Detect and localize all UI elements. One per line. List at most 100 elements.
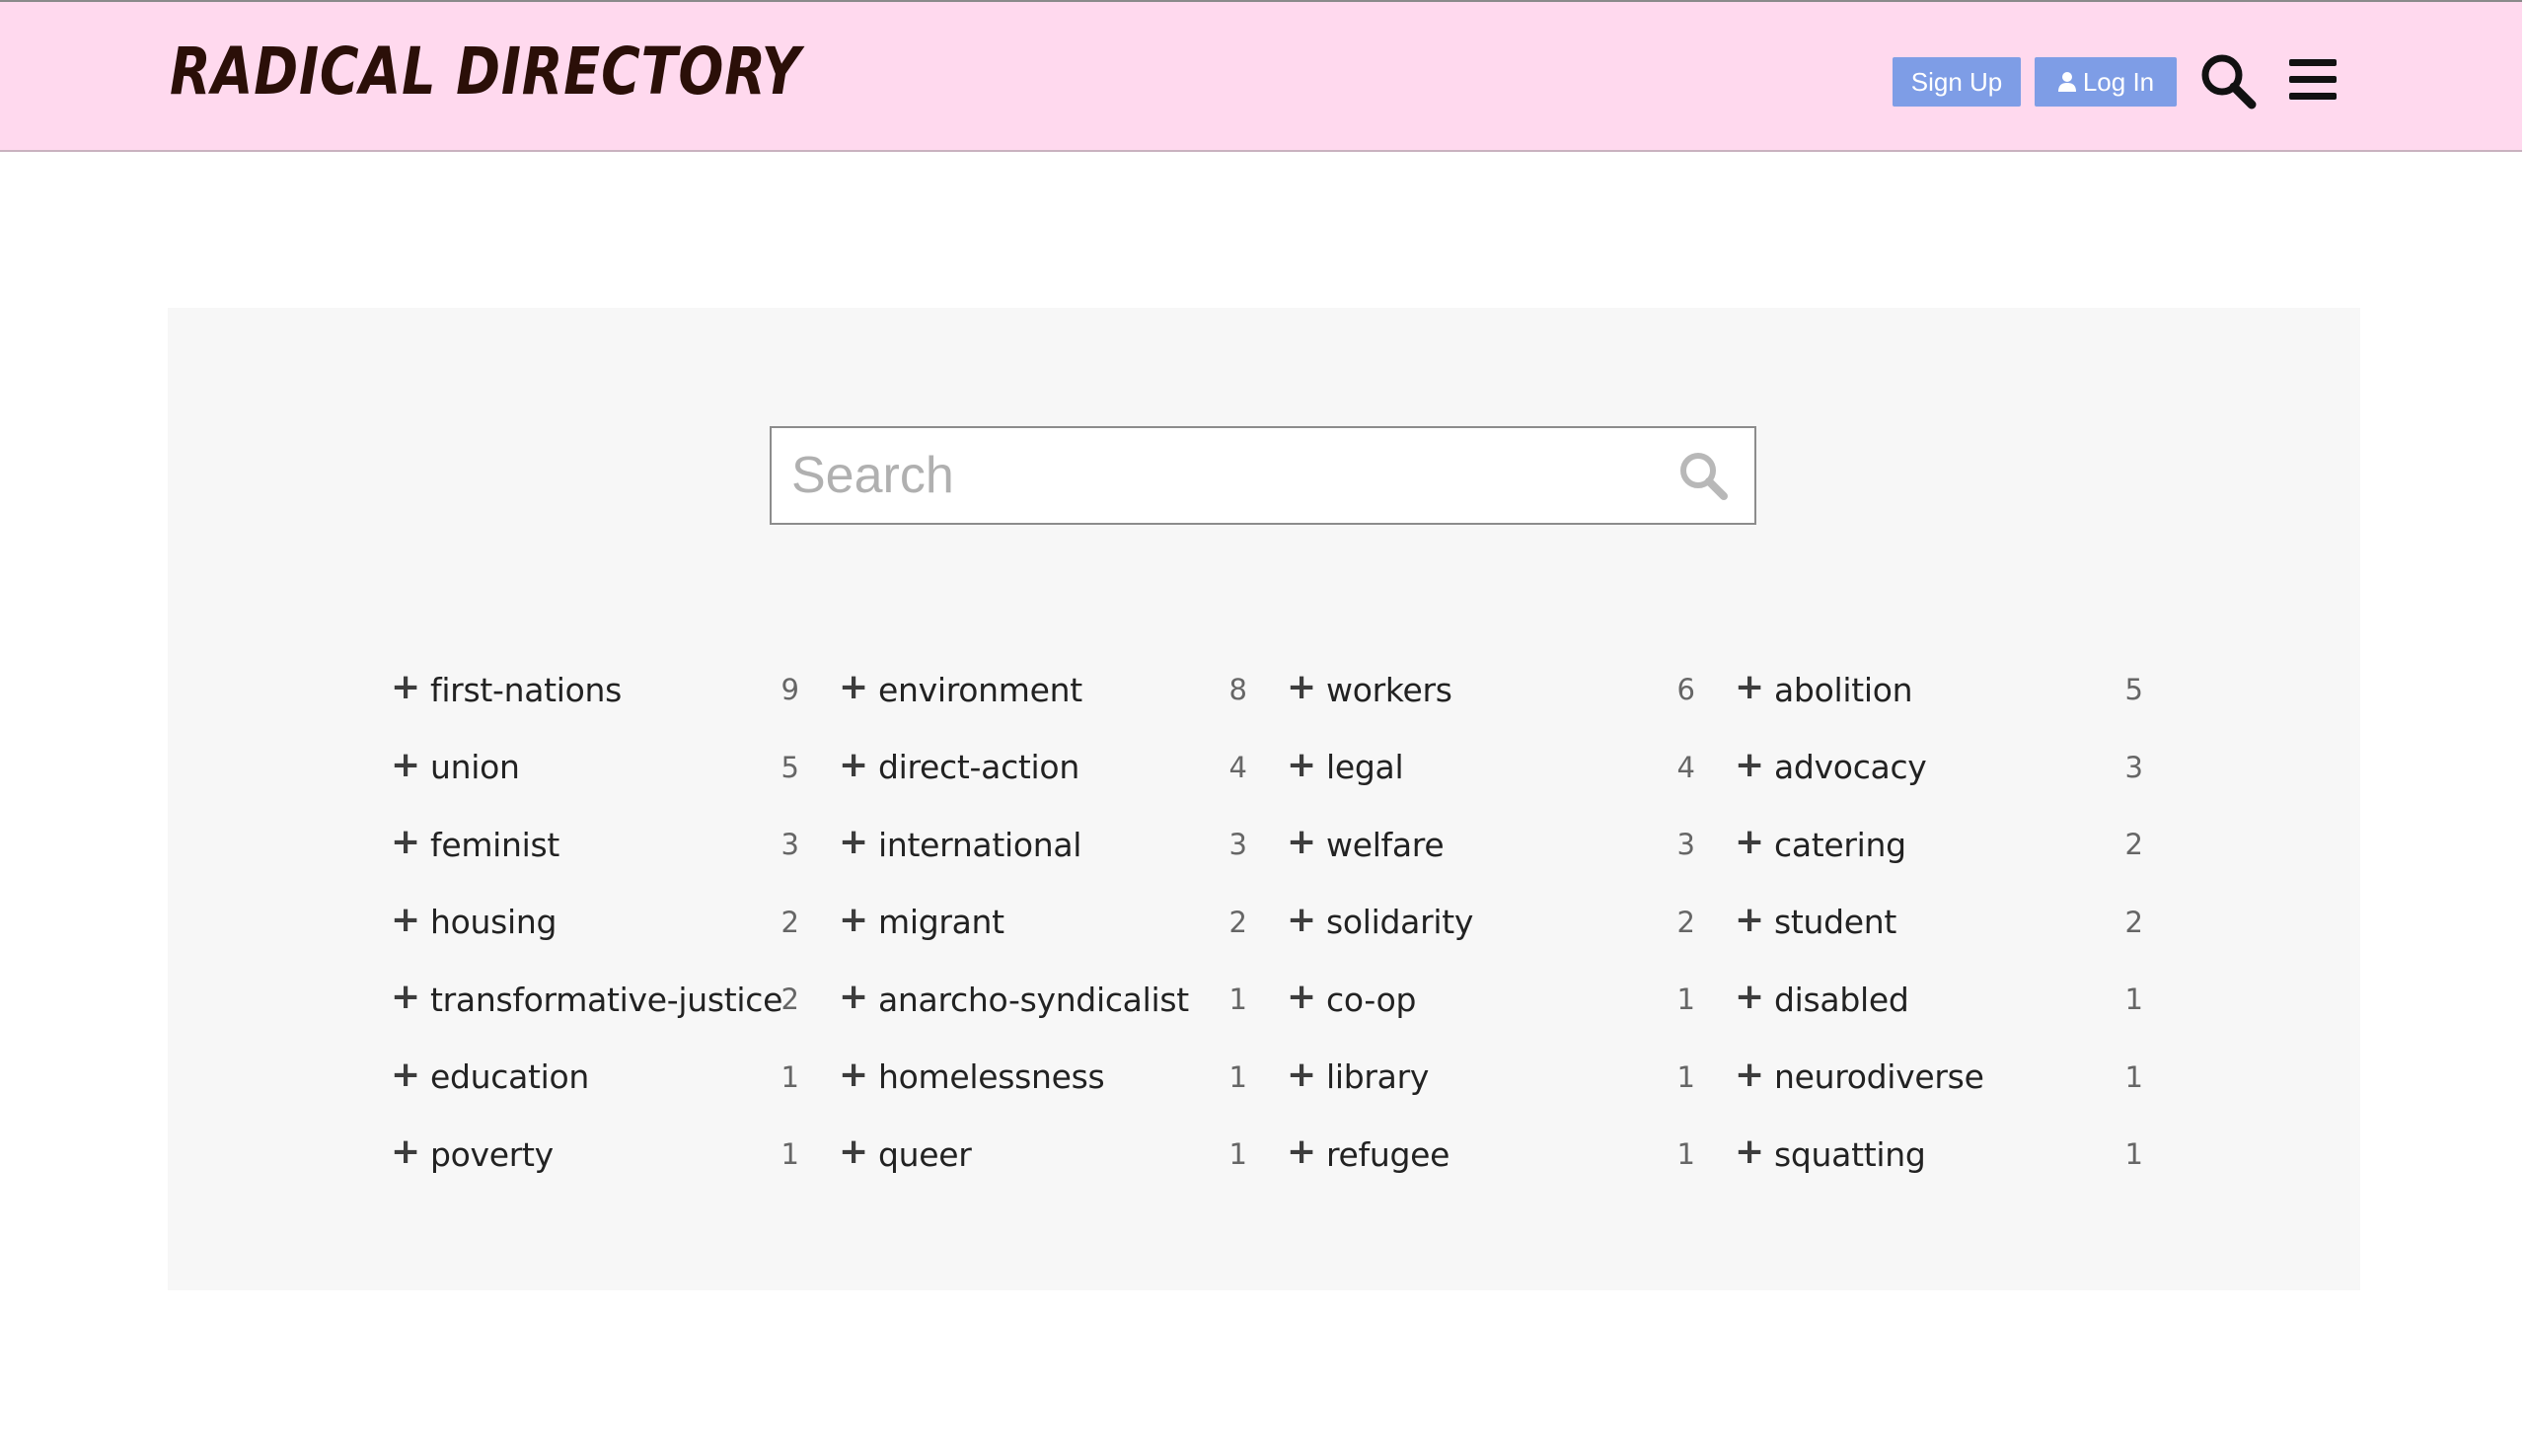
tag-item[interactable]: + direct-action 4 (839, 729, 1287, 807)
tag-name[interactable]: solidarity (1326, 903, 1473, 941)
plus-icon[interactable]: + (1287, 1134, 1326, 1170)
tag-name[interactable]: direct-action (878, 748, 1079, 786)
tag-name[interactable]: neurodiverse (1774, 1057, 1984, 1096)
tag-item[interactable]: + welfare 3 (1287, 806, 1735, 884)
tag-item[interactable]: + neurodiverse 1 (1735, 1039, 2183, 1117)
tag-count: 2 (1676, 905, 1695, 939)
tag-item[interactable]: + co-op 1 (1287, 961, 1735, 1039)
plus-icon[interactable]: + (391, 670, 430, 705)
tag-item[interactable]: + workers 6 (1287, 651, 1735, 729)
tag-name[interactable]: queer (878, 1135, 972, 1174)
tag-name[interactable]: advocacy (1774, 748, 1927, 786)
tag-name[interactable]: transformative-justice (430, 981, 782, 1019)
tag-count: 2 (780, 983, 799, 1017)
site-logo[interactable]: RADICAL DIRECTORY (170, 34, 801, 109)
tag-count: 1 (1676, 1137, 1695, 1172)
plus-icon[interactable]: + (839, 825, 878, 860)
tag-name[interactable]: disabled (1774, 981, 1909, 1019)
tag-item[interactable]: + union 5 (391, 729, 839, 807)
plus-icon[interactable]: + (1287, 825, 1326, 860)
tag-item[interactable]: + library 1 (1287, 1039, 1735, 1117)
plus-icon[interactable]: + (1735, 825, 1774, 860)
tag-item[interactable]: + homelessness 1 (839, 1039, 1287, 1117)
tag-name[interactable]: first-nations (430, 671, 622, 709)
tag-item[interactable]: + queer 1 (839, 1116, 1287, 1194)
tag-name[interactable]: catering (1774, 826, 1906, 864)
tag-name[interactable]: migrant (878, 903, 1004, 941)
plus-icon[interactable]: + (391, 1134, 430, 1170)
tag-name[interactable]: abolition (1774, 671, 1913, 709)
log-in-button[interactable]: Log In (2035, 57, 2177, 107)
tag-item[interactable]: + legal 4 (1287, 729, 1735, 807)
tag-count: 3 (2124, 750, 2143, 784)
tag-name[interactable]: workers (1326, 671, 1452, 709)
tag-item[interactable]: + anarcho-syndicalist 1 (839, 961, 1287, 1039)
plus-icon[interactable]: + (1735, 980, 1774, 1015)
tag-name[interactable]: housing (430, 903, 557, 941)
plus-icon[interactable]: + (1735, 1056, 1774, 1093)
plus-icon[interactable]: + (839, 1056, 878, 1093)
tag-item[interactable]: + feminist 3 (391, 806, 839, 884)
plus-icon[interactable]: + (839, 670, 878, 705)
plus-icon[interactable]: + (1287, 902, 1326, 938)
plus-icon[interactable]: + (1735, 670, 1774, 705)
plus-icon[interactable]: + (1735, 747, 1774, 783)
tag-name[interactable]: legal (1326, 748, 1404, 786)
tag-item[interactable]: + education 1 (391, 1039, 839, 1117)
tag-name[interactable]: library (1326, 1057, 1429, 1096)
tag-item[interactable]: + poverty 1 (391, 1116, 839, 1194)
tag-name[interactable]: welfare (1326, 826, 1445, 864)
tag-item[interactable]: + first-nations 9 (391, 651, 839, 729)
plus-icon[interactable]: + (839, 747, 878, 783)
tag-name[interactable]: anarcho-syndicalist (878, 981, 1189, 1019)
plus-icon[interactable]: + (1735, 1134, 1774, 1170)
tag-name[interactable]: international (878, 826, 1081, 864)
tag-count: 5 (2124, 673, 2143, 707)
tag-name[interactable]: co-op (1326, 981, 1416, 1019)
tag-item[interactable]: + abolition 5 (1735, 651, 2183, 729)
sign-up-button[interactable]: Sign Up (1893, 57, 2021, 107)
plus-icon[interactable]: + (839, 980, 878, 1015)
tag-item[interactable]: + solidarity 2 (1287, 884, 1735, 962)
tag-item[interactable]: + housing 2 (391, 884, 839, 962)
tag-item[interactable]: + migrant 2 (839, 884, 1287, 962)
plus-icon[interactable]: + (1287, 980, 1326, 1015)
plus-icon[interactable]: + (391, 1056, 430, 1093)
tag-name[interactable]: homelessness (878, 1057, 1105, 1096)
tag-item[interactable]: + advocacy 3 (1735, 729, 2183, 807)
tag-name[interactable]: feminist (430, 826, 559, 864)
plus-icon[interactable]: + (839, 1134, 878, 1170)
tag-name[interactable]: education (430, 1057, 589, 1096)
tag-item[interactable]: + refugee 1 (1287, 1116, 1735, 1194)
tag-name[interactable]: environment (878, 671, 1082, 709)
menu-icon[interactable] (2287, 55, 2339, 105)
plus-icon[interactable]: + (1287, 1056, 1326, 1093)
plus-icon[interactable]: + (391, 825, 430, 860)
tag-name[interactable]: student (1774, 903, 1896, 941)
tag-item[interactable]: + student 2 (1735, 884, 2183, 962)
tag-count: 4 (1228, 750, 1247, 784)
plus-icon[interactable]: + (1735, 902, 1774, 938)
tag-item[interactable]: + transformative-justice 2 (391, 961, 839, 1039)
tag-item[interactable]: + disabled 1 (1735, 961, 2183, 1039)
tag-item[interactable]: + squatting 1 (1735, 1116, 2183, 1194)
plus-icon[interactable]: + (391, 902, 430, 938)
plus-icon[interactable]: + (391, 980, 430, 1015)
tag-item[interactable]: + international 3 (839, 806, 1287, 884)
tag-item[interactable]: + catering 2 (1735, 806, 2183, 884)
tag-count: 1 (780, 1059, 799, 1094)
plus-icon[interactable]: + (1287, 747, 1326, 783)
tag-count: 2 (2124, 828, 2143, 862)
tag-name[interactable]: poverty (430, 1135, 554, 1174)
search-submit-icon[interactable] (1677, 450, 1729, 501)
plus-icon[interactable]: + (1287, 670, 1326, 705)
tag-name[interactable]: refugee (1326, 1135, 1449, 1174)
tag-count: 1 (780, 1137, 799, 1172)
tag-name[interactable]: union (430, 748, 520, 786)
search-input[interactable] (772, 428, 1640, 523)
plus-icon[interactable]: + (839, 902, 878, 938)
search-icon[interactable] (2198, 51, 2258, 110)
plus-icon[interactable]: + (391, 747, 430, 783)
tag-name[interactable]: squatting (1774, 1135, 1926, 1174)
tag-item[interactable]: + environment 8 (839, 651, 1287, 729)
